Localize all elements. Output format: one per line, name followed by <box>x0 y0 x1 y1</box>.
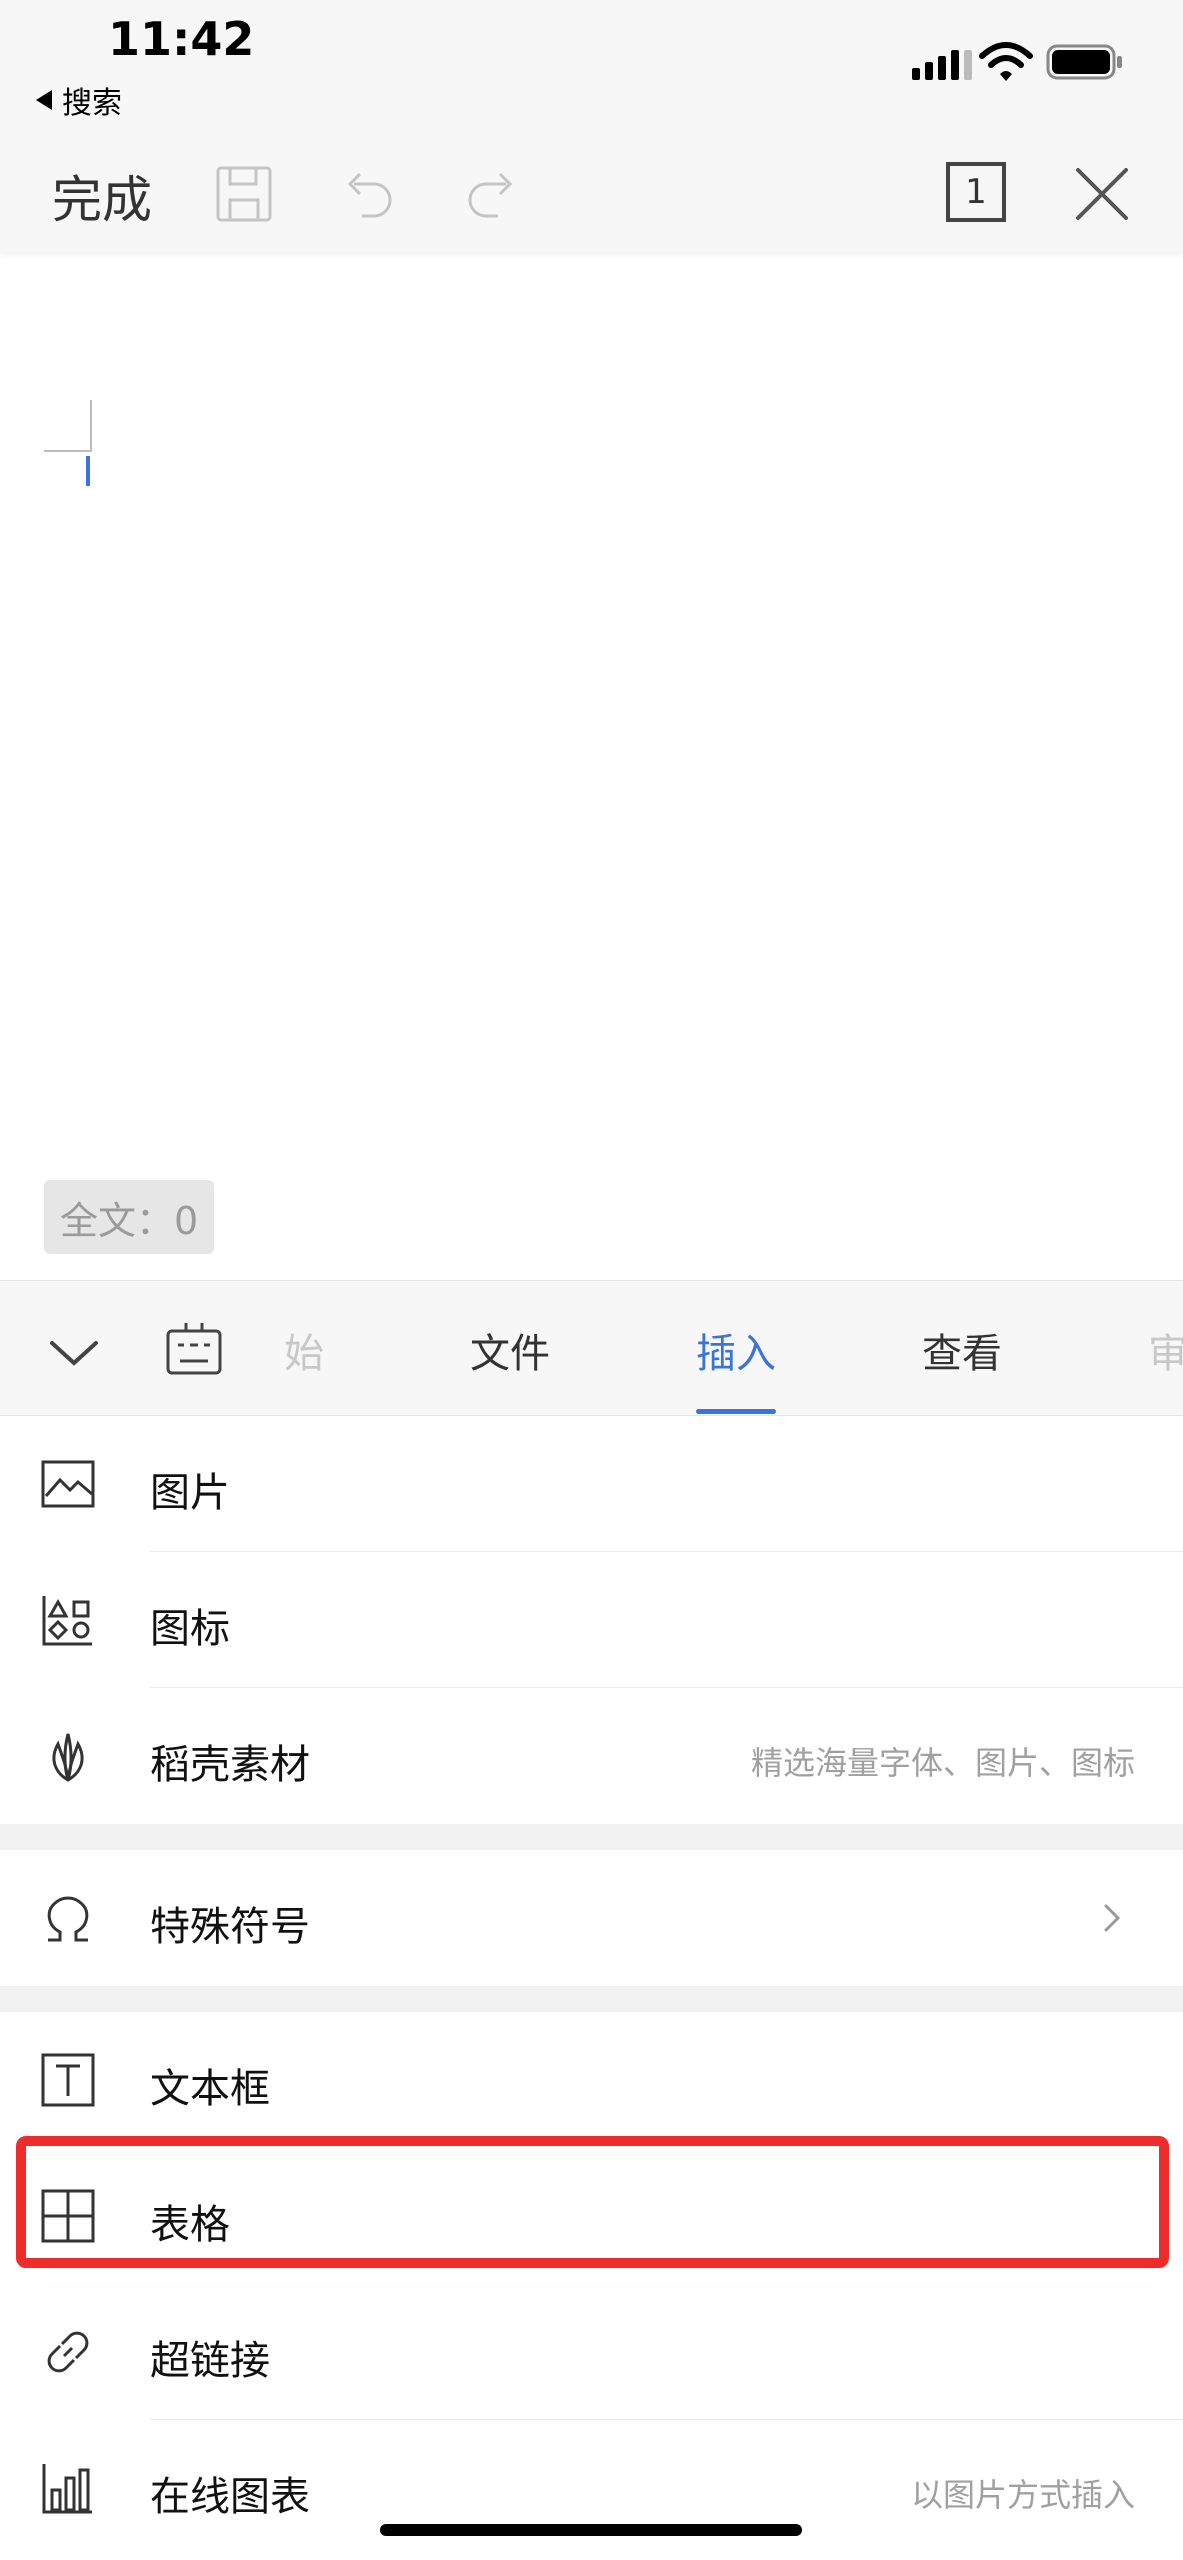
menu-label-textbox: 文本框 <box>150 2066 270 2112</box>
cellular-signal-icon <box>912 46 972 80</box>
active-tab-indicator <box>696 1409 776 1414</box>
menu-label-icons: 图标 <box>150 1606 230 1652</box>
menu-hint-materials: 精选海量字体、图片、图标 <box>750 1744 1135 1782</box>
menu-item-materials[interactable]: 稻壳素材 精选海量字体、图片、图标 <box>0 1688 1183 1824</box>
bar-chart-icon <box>42 2464 92 2514</box>
battery-icon <box>1046 44 1122 80</box>
keyboard-icon[interactable] <box>164 1317 224 1379</box>
ribbon-tab-bar: 始 文件 插入 查看 审 <box>0 1280 1183 1416</box>
menu-item-textbox[interactable]: 文本框 <box>0 2012 1183 2148</box>
status-time: 11:42 <box>108 12 255 66</box>
table-icon <box>41 2189 95 2243</box>
menu-item-picture[interactable]: 图片 <box>0 1416 1183 1552</box>
done-button[interactable]: 完成 <box>52 160 152 232</box>
page-margin-marker <box>44 400 92 452</box>
document-canvas[interactable] <box>0 258 1183 1278</box>
back-label: 搜索 <box>62 86 122 121</box>
image-icon <box>41 1460 95 1508</box>
menu-item-hyperlink[interactable]: 超链接 <box>0 2284 1183 2420</box>
omega-icon <box>47 1896 89 1942</box>
shapes-icon <box>42 1596 92 1646</box>
menu-hint-online-chart: 以图片方式插入 <box>910 2476 1135 2514</box>
menu-label-materials: 稻壳素材 <box>150 1742 310 1788</box>
close-icon[interactable] <box>1070 162 1134 226</box>
status-bar: 11:42 搜索 <box>0 0 1183 140</box>
back-arrow-icon <box>36 90 52 110</box>
menu-label-picture: 图片 <box>150 1470 230 1516</box>
top-toolbar: 完成 1 <box>0 140 1183 252</box>
leaf-icon <box>52 1733 84 1782</box>
undo-icon[interactable] <box>336 162 400 226</box>
tab-insert[interactable]: 插入 <box>696 1321 776 1379</box>
home-indicator[interactable] <box>380 2524 802 2536</box>
menu-label-table: 表格 <box>150 2202 230 2248</box>
redo-icon[interactable] <box>460 162 524 226</box>
tab-file[interactable]: 文件 <box>470 1321 550 1379</box>
save-icon[interactable] <box>212 162 276 226</box>
page-count-button[interactable]: 1 <box>946 162 1006 222</box>
wifi-icon <box>979 42 1033 81</box>
section-divider <box>0 1986 1183 2012</box>
menu-label-hyperlink: 超链接 <box>150 2338 270 2384</box>
link-icon <box>47 2331 89 2373</box>
menu-item-icons[interactable]: 图标 <box>0 1552 1183 1688</box>
word-count-badge: 全文：0 <box>44 1180 215 1254</box>
menu-label-online-chart: 在线图表 <box>150 2474 310 2520</box>
tab-review[interactable]: 审 <box>1148 1321 1183 1379</box>
collapse-chevron-icon[interactable] <box>46 1325 102 1381</box>
text-cursor <box>86 456 90 486</box>
section-divider <box>0 1824 1183 1850</box>
page-count-value: 1 <box>965 172 987 212</box>
text-box-icon <box>41 2053 95 2107</box>
menu-item-special-symbols[interactable]: 特殊符号 <box>0 1850 1183 1986</box>
chevron-right-icon <box>1104 1904 1121 1932</box>
menu-item-table[interactable]: 表格 <box>0 2148 1183 2284</box>
back-to-search-link[interactable]: 搜索 <box>36 78 122 122</box>
menu-label-special-symbols: 特殊符号 <box>150 1904 310 1950</box>
tab-view[interactable]: 查看 <box>922 1321 1002 1379</box>
tab-start[interactable]: 始 <box>284 1321 324 1379</box>
